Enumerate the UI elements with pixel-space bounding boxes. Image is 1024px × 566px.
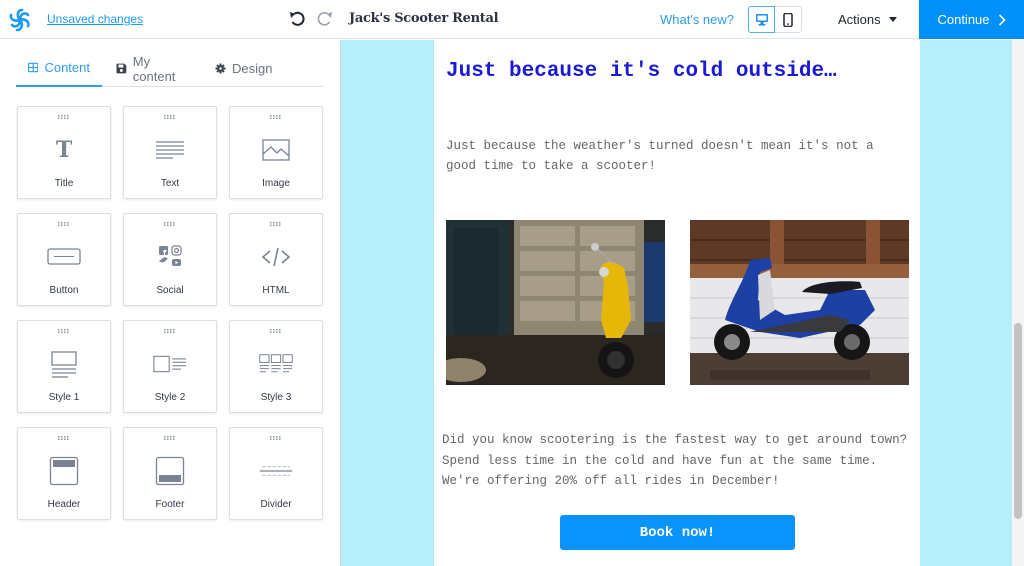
actions-dropdown[interactable]: Actions [838,12,897,27]
block-divider[interactable]: Divider [229,427,323,520]
continue-label: Continue [937,12,990,27]
mobile-icon [783,12,793,27]
block-title[interactable]: T Title [17,106,111,199]
drag-handle-icon [58,329,69,333]
block-style-3[interactable]: Style 3 [229,320,323,413]
drag-handle-icon [270,222,281,226]
block-style-2[interactable]: Style 2 [123,320,217,413]
block-label: HTML [262,285,290,296]
block-label: Divider [260,499,292,510]
tab-my-content-label: My content [132,53,176,84]
panel-tabs: Content My content Design [16,54,324,87]
text-icon [153,137,187,163]
code-icon [259,244,293,270]
block-label: Style 2 [154,392,186,403]
tab-design[interactable]: Design [207,54,284,87]
drag-handle-icon [164,115,175,119]
block-text[interactable]: Text [123,106,217,199]
style2-icon [153,351,187,377]
content-panel: Content My content Design T Title Text I… [0,40,340,566]
block-header[interactable]: Header [17,427,111,520]
divider-icon [259,458,293,484]
tab-design-label: Design [232,61,273,76]
continue-button[interactable]: Continue [919,0,1024,39]
device-toggle [748,6,802,33]
email-body: Just because it's cold outside… Just bec… [434,40,920,566]
chevron-right-icon [998,13,1006,26]
save-icon [116,63,127,74]
grid-icon [28,62,39,73]
email-body-text[interactable]: Did you know scootering is the fastest w… [442,430,912,492]
app-logo-icon[interactable] [7,7,33,33]
caret-down-icon [888,17,897,22]
block-label: Text [160,178,180,189]
drag-handle-icon [270,115,281,119]
desktop-icon [755,14,768,26]
block-label: Footer [155,499,185,510]
block-style-1[interactable]: Style 1 [17,320,111,413]
button-icon [47,244,81,270]
email-intro-text[interactable]: Just because the weather's turned doesn'… [446,136,906,176]
title-icon: T [55,137,73,163]
footer-icon [153,456,187,486]
book-now-button[interactable]: Book now! [560,515,795,550]
block-label: Social [156,285,184,296]
drag-handle-icon [164,436,175,440]
gear-icon [215,63,226,74]
block-label: Style 1 [48,392,80,403]
desktop-view-button[interactable] [748,6,776,33]
block-html[interactable]: HTML [229,213,323,306]
document-title: Jack's Scooter Rental [349,11,499,26]
blue-scooter-image[interactable] [690,220,909,385]
block-label: Title [54,178,74,189]
canvas-scrollbar-thumb[interactable] [1014,323,1022,519]
drag-handle-icon [58,436,69,440]
tab-content[interactable]: Content [16,54,102,87]
drag-handle-icon [164,222,175,226]
drag-handle-icon [270,436,281,440]
tab-content-label: Content [44,60,90,75]
actions-label: Actions [838,12,881,27]
block-image[interactable]: Image [229,106,323,199]
redo-icon[interactable] [317,10,333,28]
style3-icon [259,351,293,377]
block-label: Button [49,285,79,296]
image-icon [259,137,293,163]
mobile-view-button[interactable] [775,7,801,32]
block-social[interactable]: Social [123,213,217,306]
social-icon [153,244,187,270]
whats-new-link[interactable]: What's new? [660,12,734,27]
header-icon [47,456,81,486]
block-footer[interactable]: Footer [123,427,217,520]
block-label: Header [47,499,81,510]
block-label: Style 3 [260,392,292,403]
style1-icon [47,351,81,378]
top-bar: Unsaved changes Jack's Scooter Rental Wh… [0,0,1024,39]
block-button[interactable]: Button [17,213,111,306]
drag-handle-icon [58,115,69,119]
drag-handle-icon [58,222,69,226]
content-blocks-grid: T Title Text Image Button Social HTML St… [17,106,323,520]
yellow-scooter-image[interactable] [446,220,665,385]
undo-icon[interactable] [289,10,305,28]
unsaved-changes-link[interactable]: Unsaved changes [47,12,143,26]
drag-handle-icon [270,329,281,333]
tab-my-content[interactable]: My content [102,54,207,87]
email-canvas: Just because it's cold outside… Just bec… [340,40,1024,566]
block-label: Image [262,178,290,189]
email-headline[interactable]: Just because it's cold outside… [446,60,837,83]
drag-handle-icon [164,329,175,333]
